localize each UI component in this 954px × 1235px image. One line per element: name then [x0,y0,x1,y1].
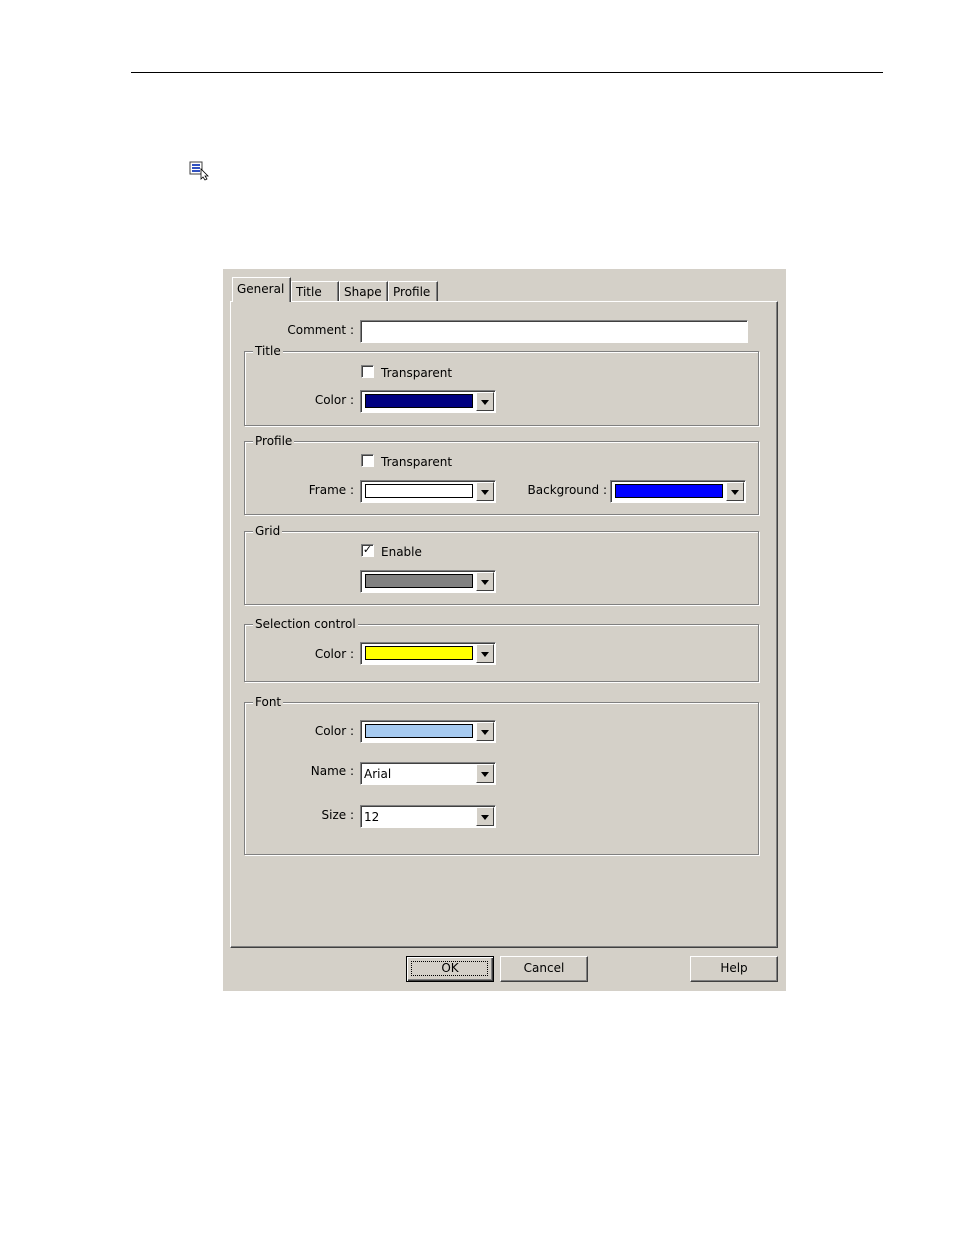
profile-frame-color-picker[interactable] [360,480,496,503]
title-color-swatch [365,394,473,408]
cancel-button-label: Cancel [523,961,565,975]
grid-enable-checkbox[interactable]: ✓ [361,544,374,557]
font-size-label: Size : [321,808,355,822]
font-color-swatch [365,724,473,738]
chevron-down-icon[interactable] [726,482,744,501]
profile-background-label: Background : [527,483,607,497]
tab-profile[interactable]: Profile [388,281,438,301]
title-transparent-label: Transparent [381,366,453,380]
comment-input[interactable] [360,320,748,343]
grid-group-title: Grid [253,524,283,538]
chevron-down-icon[interactable] [476,572,494,591]
profile-frame-label: Frame : [308,483,354,497]
header-rule [131,72,883,73]
font-size-value: 12 [364,810,380,824]
help-button-label: Help [720,961,748,975]
selection-color-label: Color : [314,647,354,661]
ok-button[interactable]: OK [406,956,494,982]
title-group: Title [244,344,759,426]
cancel-button[interactable]: Cancel [500,956,588,982]
profile-group-title: Profile [253,434,295,448]
chevron-down-icon[interactable] [476,807,494,826]
selection-control-group-title: Selection control [253,617,358,631]
profile-transparent-label: Transparent [381,455,453,469]
title-color-label: Color : [314,393,354,407]
font-group-title: Font [253,695,284,709]
help-button[interactable]: Help [690,956,778,982]
font-size-select[interactable]: 12 [360,805,496,828]
tab-shape[interactable]: Shape [339,281,388,301]
tab-title[interactable]: Title [291,281,339,301]
font-color-picker[interactable] [360,720,496,743]
title-color-picker[interactable] [360,390,496,413]
comment-label: Comment : [287,323,354,337]
selection-color-swatch [365,646,473,660]
tab-general[interactable]: General [232,277,291,302]
chevron-down-icon[interactable] [476,722,494,741]
title-group-title: Title [253,344,283,358]
font-color-label: Color : [314,724,354,738]
focus-rect [411,961,488,976]
profile-frame-swatch [365,484,473,498]
chart-tool-icon[interactable] [189,161,211,181]
check-mark-icon: ✓ [362,543,373,556]
font-name-value: Arial [364,767,392,781]
grid-color-picker[interactable] [360,570,496,593]
chevron-down-icon[interactable] [476,482,494,501]
properties-dialog: Title Shape Profile General Comment : Ti… [223,269,786,991]
grid-group: Grid [244,524,759,605]
grid-enable-label: Enable [381,545,422,559]
profile-transparent-checkbox[interactable] [361,454,374,467]
font-name-select[interactable]: Arial [360,762,496,785]
font-name-label: Name : [310,764,354,778]
profile-group: Profile [244,434,759,515]
selection-color-picker[interactable] [360,642,496,665]
profile-background-swatch [615,484,723,498]
profile-background-color-picker[interactable] [610,480,746,503]
chevron-down-icon[interactable] [476,644,494,663]
chevron-down-icon[interactable] [476,764,494,783]
title-transparent-checkbox[interactable] [361,365,374,378]
grid-color-swatch [365,574,473,588]
chevron-down-icon[interactable] [476,392,494,411]
